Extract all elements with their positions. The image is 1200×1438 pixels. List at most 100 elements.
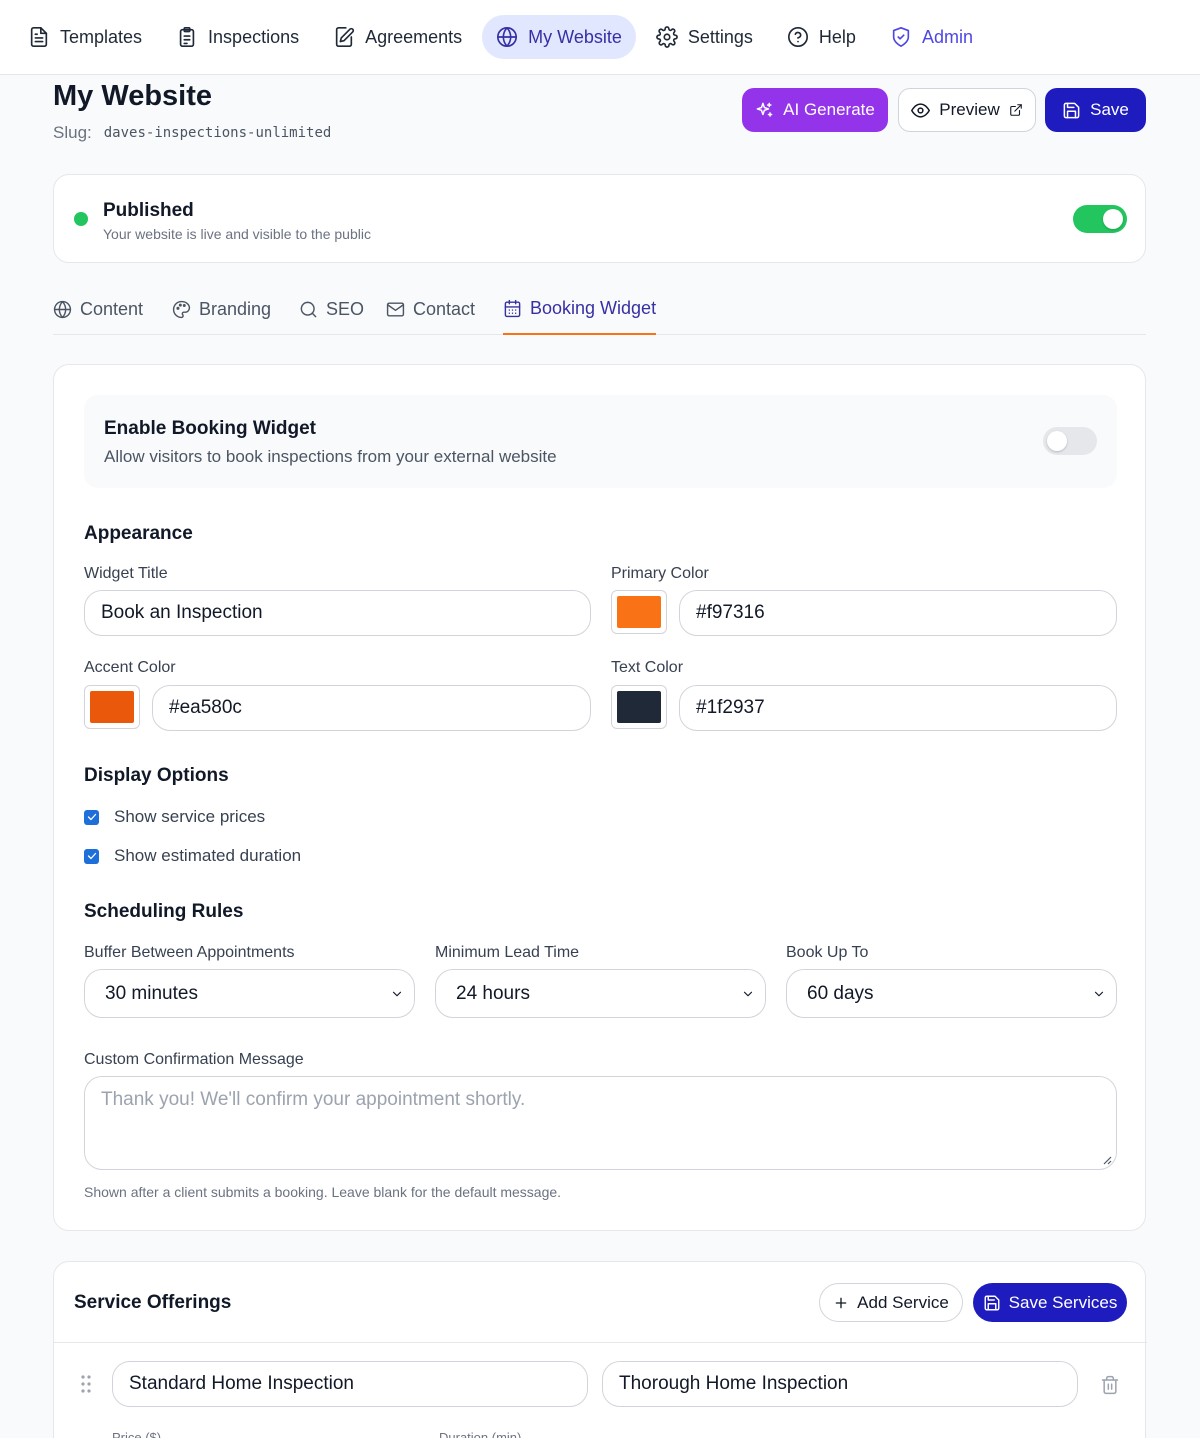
plus-icon — [835, 1297, 847, 1308]
book-up-to-select[interactable]: 60 days — [786, 969, 1117, 1018]
service-offerings-title: Service Offerings — [74, 1292, 232, 1313]
slug-label: Slug: — [53, 123, 92, 142]
scheduling-rules-heading: Scheduling Rules — [84, 901, 244, 922]
booking-widget-card: Enable Booking Widget Allow visitors to … — [53, 364, 1146, 1231]
nav-label: Inspections — [208, 26, 300, 47]
service-description-input[interactable] — [602, 1361, 1078, 1407]
enable-booking-toggle[interactable] — [1043, 427, 1097, 455]
lead-time-label: Minimum Lead Time — [435, 944, 580, 961]
buffer-label: Buffer Between Appointments — [84, 944, 295, 961]
save-icon — [1063, 102, 1080, 118]
widget-title-label: Widget Title — [84, 565, 168, 582]
tab-label: Booking Widget — [530, 297, 657, 318]
tab-label: Content — [80, 298, 144, 319]
accent-color-swatch[interactable] — [84, 685, 140, 729]
show-prices-checkbox[interactable]: Show service prices — [84, 807, 265, 827]
clipboard-list-icon — [179, 27, 195, 47]
lead-time-value: 24 hours — [456, 982, 530, 1004]
preview-label: Preview — [939, 100, 1000, 119]
publish-toggle[interactable] — [1073, 205, 1127, 233]
nav-label: Templates — [60, 26, 143, 47]
confirmation-message-label: Custom Confirmation Message — [84, 1051, 304, 1068]
trash-icon[interactable] — [1100, 1375, 1120, 1395]
tab-label: Branding — [199, 298, 272, 319]
text-color-label: Text Color — [611, 659, 684, 676]
show-duration-checkbox[interactable]: Show estimated duration — [84, 846, 301, 866]
page-title: My Website — [53, 80, 213, 112]
save-services-button[interactable]: Save Services — [973, 1283, 1127, 1322]
lead-time-select[interactable]: 24 hours — [435, 969, 766, 1018]
appearance-heading: Appearance — [84, 523, 193, 544]
service-offerings-card: Service Offerings Add Service Save Servi… — [53, 1261, 1147, 1438]
palette-icon — [172, 300, 191, 318]
top-nav: Templates Inspections Agreements My Webs… — [0, 0, 1200, 75]
nav-help[interactable]: Help — [773, 15, 870, 59]
widget-title-input[interactable] — [84, 590, 591, 636]
text-color-input[interactable] — [679, 685, 1117, 731]
slug-value: daves-inspections-unlimited — [103, 125, 332, 141]
add-service-button[interactable]: Add Service — [819, 1283, 963, 1322]
nav-label: Admin — [921, 26, 973, 47]
drag-handle-icon[interactable] — [80, 1374, 92, 1394]
globe-icon — [497, 27, 518, 47]
ai-generate-button[interactable]: AI Generate — [742, 88, 888, 132]
color-fill — [617, 596, 661, 628]
confirmation-message-input[interactable]: Thank you! We'll confirm your appointmen… — [84, 1076, 1117, 1170]
display-options-heading: Display Options — [84, 765, 229, 786]
tab-label: Contact — [413, 298, 476, 319]
globe-icon — [53, 300, 72, 318]
show-prices-label: Show service prices — [114, 807, 266, 826]
confirmation-helper-text: Shown after a client submits a booking. … — [84, 1184, 562, 1200]
nav-templates[interactable]: Templates — [14, 15, 156, 59]
nav-label: My Website — [528, 26, 622, 47]
primary-color-swatch[interactable] — [611, 590, 667, 634]
check-icon — [87, 852, 96, 860]
website-tabs: Content Branding SEO Contact Booking Wid… — [53, 283, 1146, 335]
tab-branding[interactable]: Branding — [172, 283, 271, 335]
checkbox-checked — [84, 809, 99, 825]
nav-settings[interactable]: Settings — [642, 15, 767, 59]
checkbox-checked — [84, 848, 99, 864]
nav-inspections[interactable]: Inspections — [162, 15, 313, 59]
tab-label: SEO — [326, 298, 365, 319]
book-up-to-label: Book Up To — [786, 944, 869, 961]
nav-label: Agreements — [365, 26, 463, 47]
tab-contact[interactable]: Contact — [386, 283, 475, 335]
gear-icon — [655, 26, 678, 48]
sparkles-icon — [756, 102, 773, 117]
external-link-icon — [1009, 104, 1022, 116]
slug-row: Slug: daves-inspections-unlimited — [53, 123, 331, 143]
chevron-down-icon — [392, 991, 402, 997]
file-text-icon — [30, 27, 48, 47]
resize-grip-icon[interactable] — [1102, 1155, 1112, 1165]
nav-label: Settings — [687, 26, 753, 47]
nav-my-website[interactable]: My Website — [482, 15, 636, 59]
save-button[interactable]: Save — [1045, 88, 1146, 132]
primary-color-label: Primary Color — [611, 565, 709, 582]
tab-booking-widget[interactable]: Booking Widget — [503, 283, 657, 335]
text-color-swatch[interactable] — [611, 685, 667, 729]
confirmation-placeholder: Thank you! We'll confirm your appointmen… — [101, 1089, 526, 1110]
accent-color-input[interactable] — [152, 685, 591, 731]
preview-button[interactable]: Preview — [898, 88, 1036, 132]
tab-seo[interactable]: SEO — [299, 283, 364, 335]
color-fill — [90, 691, 134, 723]
nav-agreements[interactable]: Agreements — [319, 15, 476, 59]
enable-booking-subtitle: Allow visitors to book inspections from … — [104, 447, 557, 466]
buffer-value: 30 minutes — [105, 982, 198, 1004]
price-label: Price ($) — [112, 1430, 162, 1438]
service-name-input[interactable] — [112, 1361, 588, 1407]
nav-label: Help — [818, 26, 856, 47]
nav-admin[interactable]: Admin — [876, 15, 987, 59]
save-services-label: Save Services — [1008, 1292, 1118, 1312]
tab-content[interactable]: Content — [53, 283, 143, 335]
buffer-select[interactable]: 30 minutes — [84, 969, 415, 1018]
save-label: Save — [1090, 100, 1129, 119]
show-duration-label: Show estimated duration — [114, 846, 302, 865]
calendar-icon — [504, 299, 521, 317]
primary-color-input[interactable] — [679, 590, 1117, 636]
status-dot — [74, 212, 88, 226]
ai-generate-label: AI Generate — [783, 100, 875, 119]
check-icon — [87, 813, 96, 821]
book-up-to-value: 60 days — [807, 982, 874, 1004]
